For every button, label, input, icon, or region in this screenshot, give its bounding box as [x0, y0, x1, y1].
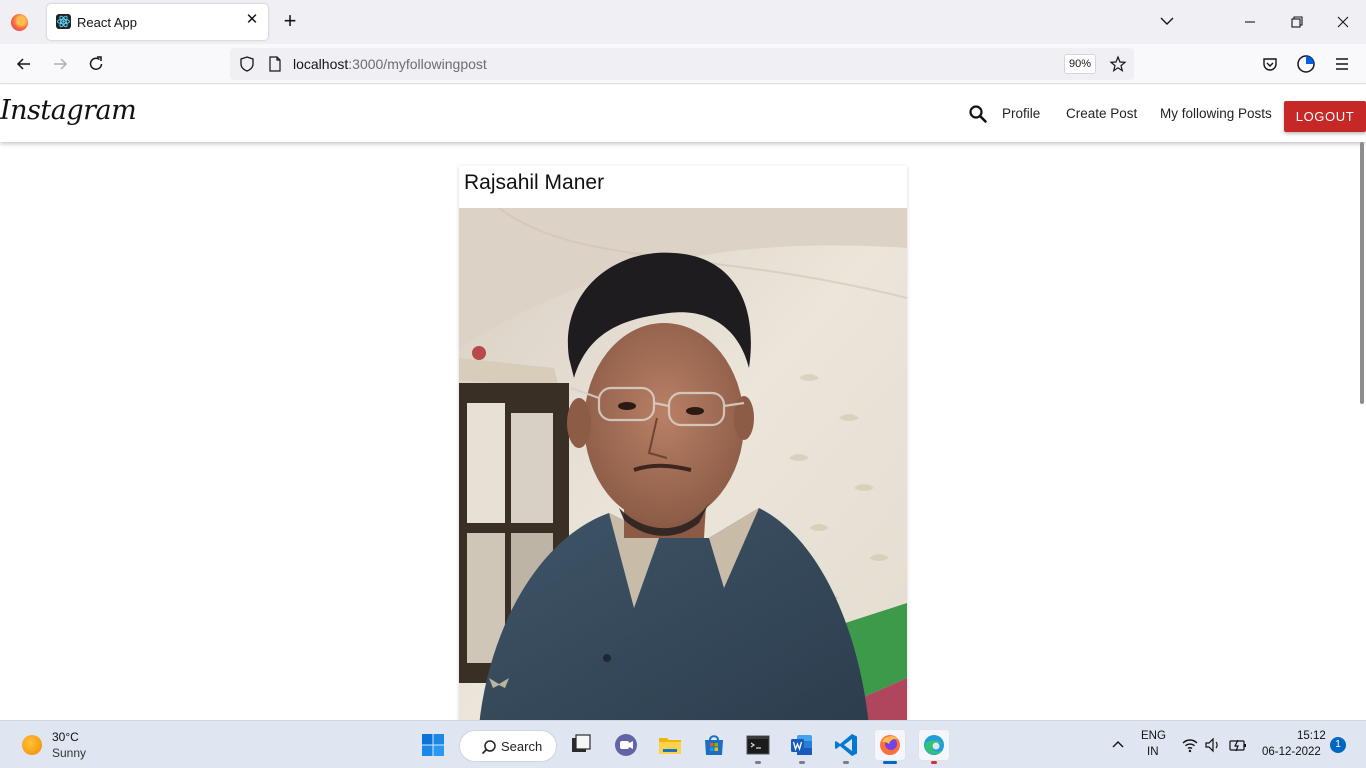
- clock-time[interactable]: 15:12: [1297, 730, 1326, 742]
- nav-profile-link[interactable]: Profile: [1002, 106, 1040, 121]
- word-running-indicator: [799, 761, 805, 764]
- page-icon[interactable]: [267, 55, 283, 73]
- forward-arrow-icon[interactable]: [50, 54, 70, 74]
- tab-title: React App: [77, 15, 137, 30]
- brand-logo[interactable]: Instagram: [0, 95, 137, 126]
- task-view-icon[interactable]: [565, 729, 597, 761]
- wifi-icon[interactable]: [1181, 736, 1199, 754]
- firefox-taskbar-icon[interactable]: [874, 729, 906, 761]
- browser-nav-bar: localhost:3000/myfollowingpost 90%: [0, 44, 1366, 84]
- volume-icon[interactable]: [1204, 736, 1222, 754]
- close-tab-icon[interactable]: ✕: [244, 12, 260, 28]
- post-author-name[interactable]: Rajsahil Maner: [464, 171, 604, 195]
- reload-icon[interactable]: [86, 54, 106, 74]
- logout-button[interactable]: LOGOUT: [1284, 101, 1366, 132]
- edge-icon[interactable]: [918, 729, 950, 761]
- vscode-running-indicator: [843, 761, 849, 764]
- taskbar-search-label: Search: [501, 739, 543, 754]
- input-language[interactable]: ENG: [1141, 730, 1166, 742]
- weather-condition[interactable]: Sunny: [52, 746, 86, 760]
- app-header: Instagram Profile Create Post My followi…: [0, 85, 1366, 142]
- windows-start-icon[interactable]: [421, 733, 445, 757]
- battery-icon[interactable]: [1229, 736, 1247, 754]
- nav-create-post-link[interactable]: Create Post: [1066, 106, 1137, 121]
- terminal-running-indicator: [755, 761, 761, 764]
- teams-chat-icon[interactable]: [610, 729, 642, 761]
- close-window-icon[interactable]: [1331, 10, 1355, 34]
- post-card: Rajsahil Maner: [459, 166, 907, 726]
- minimize-icon[interactable]: [1238, 10, 1262, 34]
- sun-weather-icon[interactable]: [22, 735, 42, 755]
- search-icon: [481, 740, 496, 755]
- terminal-icon[interactable]: [742, 729, 774, 761]
- browser-tab-bar: React App ✕ +: [0, 0, 1366, 44]
- react-icon: [56, 14, 71, 29]
- nav-following-posts-link[interactable]: My following Posts: [1160, 106, 1272, 121]
- file-explorer-icon[interactable]: [654, 729, 686, 761]
- pocket-icon[interactable]: [1260, 54, 1280, 74]
- address-bar[interactable]: localhost:3000/myfollowingpost 90%: [230, 48, 1134, 80]
- notification-badge[interactable]: 1: [1330, 737, 1346, 753]
- firefox-active-indicator: [883, 761, 897, 764]
- shield-icon[interactable]: [238, 55, 256, 73]
- windows-taskbar: 30°C Sunny Search ENG IN 15:12 06-12-202…: [0, 720, 1366, 768]
- restore-icon[interactable]: [1285, 10, 1309, 34]
- input-region[interactable]: IN: [1147, 746, 1159, 758]
- browser-tab[interactable]: React App ✕: [47, 4, 268, 40]
- post-photo: [459, 208, 907, 726]
- search-icon[interactable]: [968, 104, 988, 124]
- edge-running-indicator: [931, 761, 937, 764]
- vscode-icon[interactable]: [830, 729, 862, 761]
- chevron-down-icon[interactable]: [1158, 12, 1176, 30]
- url-text[interactable]: localhost:3000/myfollowingpost: [293, 56, 487, 72]
- back-arrow-icon[interactable]: [14, 54, 34, 74]
- account-sync-icon[interactable]: [1296, 54, 1316, 74]
- hamburger-menu-icon[interactable]: [1332, 54, 1352, 74]
- firefox-icon[interactable]: [11, 14, 28, 31]
- clock-date[interactable]: 06-12-2022: [1262, 746, 1321, 758]
- microsoft-store-icon[interactable]: [698, 729, 730, 761]
- word-icon[interactable]: [786, 729, 818, 761]
- zoom-level-button[interactable]: 90%: [1064, 54, 1096, 74]
- new-tab-icon[interactable]: +: [281, 10, 299, 32]
- bookmark-star-icon[interactable]: [1109, 55, 1127, 73]
- taskbar-search-box[interactable]: Search: [459, 730, 557, 762]
- weather-temperature[interactable]: 30°C: [52, 730, 79, 744]
- url-host: localhost: [293, 56, 349, 72]
- url-path: :3000/myfollowingpost: [348, 56, 487, 72]
- page-scrollbar[interactable]: [1360, 142, 1364, 404]
- chevron-up-icon[interactable]: [1111, 737, 1125, 751]
